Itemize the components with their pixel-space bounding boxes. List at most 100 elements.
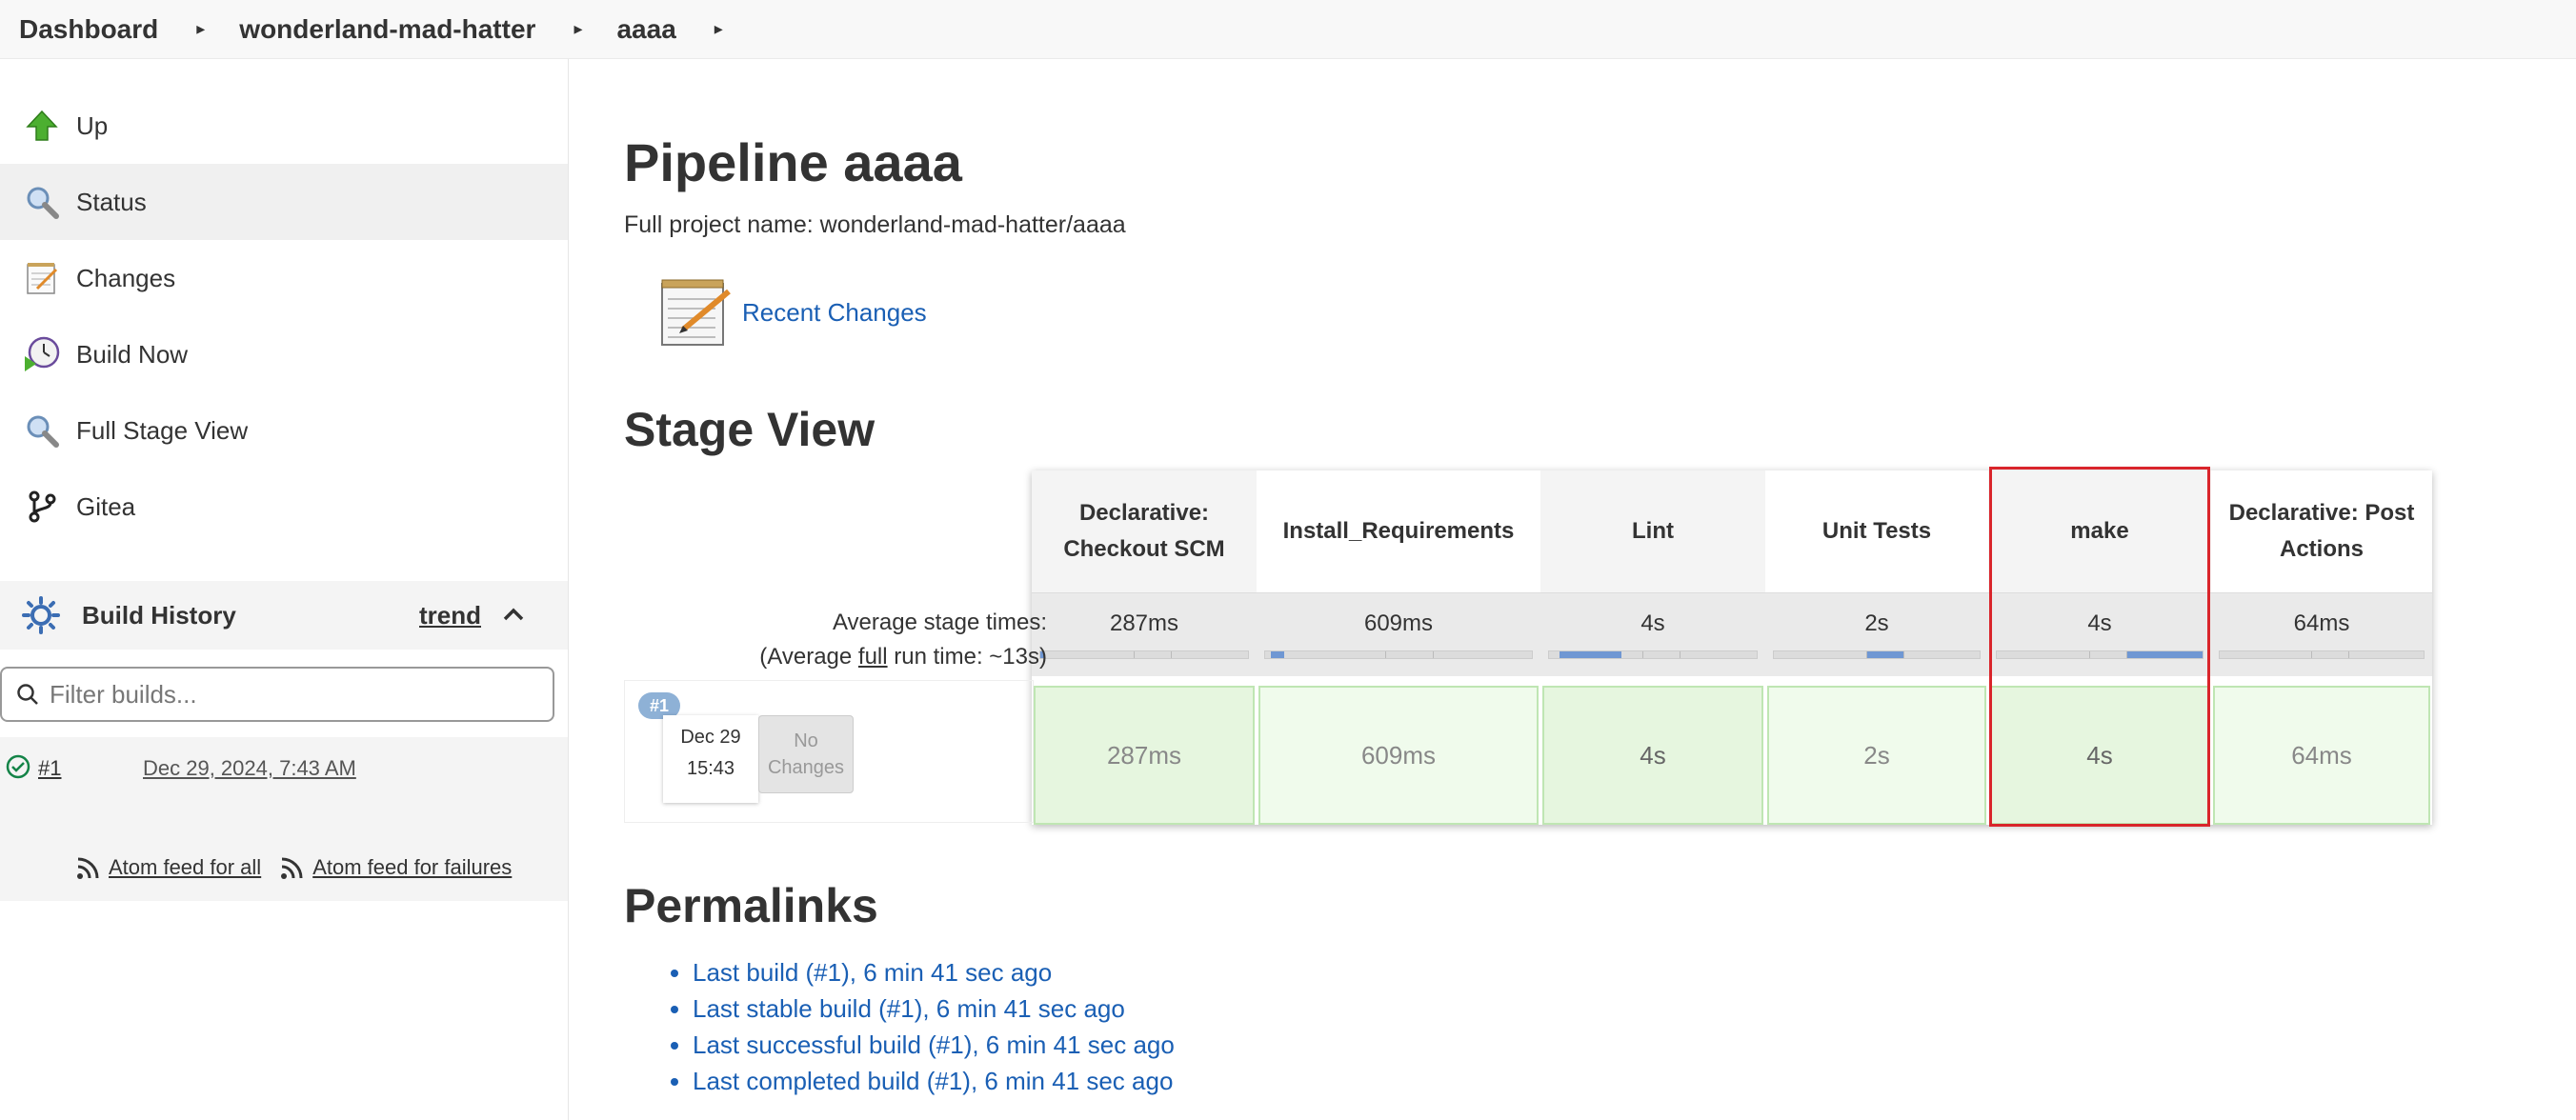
breadcrumb-dashboard[interactable]: Dashboard — [19, 14, 158, 45]
build-history-row: #1 Dec 29, 2024, 7:43 AM Atom feed for a… — [0, 737, 568, 901]
stage-time-bar-fill — [1866, 651, 1903, 658]
stage-view-title: Stage View — [624, 403, 875, 456]
stage-time-bar-tick — [2311, 651, 2312, 658]
filter-builds — [0, 667, 554, 722]
build-history-trend-link[interactable]: trend — [419, 601, 481, 630]
page-title: Pipeline aaaa — [624, 132, 962, 192]
atom-feed-all-link[interactable]: Atom feed for all — [109, 855, 261, 880]
permalinks-title: Permalinks — [624, 879, 878, 932]
breadcrumb-separator-icon[interactable]: ▸ — [196, 19, 205, 39]
rss-icon — [74, 853, 103, 882]
task-gitea[interactable]: Gitea — [0, 469, 568, 545]
task-full-stage-view[interactable]: Full Stage View — [0, 392, 568, 469]
rss-icon — [278, 853, 307, 882]
task-changes[interactable]: Changes — [0, 240, 568, 316]
permalink-item: Last successful build (#1), 6 min 41 sec… — [693, 1027, 1175, 1063]
task-label: Changes — [76, 263, 176, 292]
stage-average-label: 64ms — [2293, 610, 2350, 636]
stage-time-bar-fill — [1271, 651, 1284, 658]
task-label: Up — [76, 110, 109, 140]
breadcrumb-job[interactable]: aaaa — [616, 14, 675, 45]
stage-time-bar-tick — [1385, 651, 1386, 658]
stage-run-cell[interactable]: 2s — [1767, 686, 1986, 825]
permalinks-list: Last build (#1), 6 min 41 sec ago Last s… — [668, 954, 1175, 1099]
stage-header: Unit Tests — [1765, 470, 1988, 592]
build-row-header: #1 Dec 29 15:43 No Changes — [624, 680, 1034, 823]
breadcrumb-separator-icon[interactable]: ▸ — [574, 19, 582, 39]
stage-average-label: 609ms — [1363, 610, 1434, 636]
build-date: Dec 29 — [680, 727, 741, 748]
permalink-last-build[interactable]: Last build (#1), 6 min 41 sec ago — [693, 958, 1052, 987]
task-label: Status — [76, 187, 147, 216]
stage-time-bar — [1039, 650, 1249, 659]
avg-full-prefix: (Average — [759, 644, 858, 670]
stage-average-label: 2s — [1864, 610, 1889, 636]
stage-average-time: 4s — [1540, 592, 1765, 676]
build-history-title: Build History — [82, 600, 236, 630]
stage-time-bar-tick — [1433, 651, 1434, 658]
build-number-link[interactable]: #1 — [38, 756, 61, 781]
task-status[interactable]: Status — [0, 164, 568, 240]
permalink-last-successful-build[interactable]: Last successful build (#1), 6 min 41 sec… — [693, 1030, 1175, 1059]
build-date-box: Dec 29 15:43 — [663, 715, 758, 803]
notepad-icon — [23, 259, 61, 297]
build-date-link[interactable]: Dec 29, 2024, 7:43 AM — [143, 756, 356, 781]
stage-time-bar — [1548, 650, 1758, 659]
task-label: Gitea — [76, 491, 136, 521]
magnifier-icon — [23, 183, 61, 221]
breadcrumb-folder[interactable]: wonderland-mad-hatter — [239, 14, 535, 45]
breadcrumb-separator-icon[interactable]: ▸ — [714, 19, 723, 39]
stage-time-bar-tick — [1866, 651, 1867, 658]
git-branch-icon — [23, 488, 61, 526]
average-stage-times-label: Average stage times: — [832, 610, 1047, 635]
stage-header: Declarative: Checkout SCM — [1032, 470, 1257, 592]
up-arrow-icon — [23, 107, 61, 145]
stage-average-time: 287ms — [1032, 592, 1257, 676]
chevron-up-icon[interactable] — [501, 602, 526, 631]
stage-run-cell[interactable]: 287ms — [1034, 686, 1255, 825]
notepad-icon[interactable] — [656, 274, 733, 350]
stage-time-bar — [2219, 650, 2425, 659]
stage-time-bar — [1773, 650, 1981, 659]
average-full-run-time: (Average full run time: ~13s) — [759, 644, 1047, 670]
build-time: 15:43 — [686, 758, 735, 779]
avg-full-word[interactable]: full — [858, 644, 888, 670]
stage-header: Lint — [1540, 470, 1765, 592]
stage-run-cell[interactable]: 64ms — [2213, 686, 2430, 825]
task-up[interactable]: Up — [0, 88, 568, 164]
permalink-last-stable-build[interactable]: Last stable build (#1), 6 min 41 sec ago — [693, 994, 1125, 1023]
task-build-now[interactable]: Build Now — [0, 316, 568, 392]
stage-time-bar — [1264, 650, 1533, 659]
clock-play-icon — [23, 335, 61, 373]
search-icon — [15, 682, 40, 707]
stage-highlight-box — [1989, 467, 2210, 827]
task-label: Full Stage View — [76, 415, 249, 445]
task-label: Build Now — [76, 339, 189, 369]
breadcrumb: Dashboard ▸ wonderland-mad-hatter ▸ aaaa… — [0, 0, 2576, 59]
atom-feeds: Atom feed for all Atom feed for failures — [74, 853, 529, 882]
stage-time-bar-tick — [1903, 651, 1904, 658]
stage-average-label: 287ms — [1109, 610, 1179, 636]
stage-time-bar-tick — [2348, 651, 2349, 658]
permalink-item: Last stable build (#1), 6 min 41 sec ago — [693, 990, 1175, 1027]
filter-builds-input[interactable] — [48, 678, 528, 710]
stage-time-bar-tick — [1642, 651, 1643, 658]
build-history-icon — [21, 595, 61, 635]
avg-full-suffix: run time: ~13s) — [887, 644, 1047, 670]
stage-time-bar-tick — [1171, 651, 1172, 658]
stage-view-table: Declarative: Checkout SCM 287ms 287ms Insta… — [1032, 470, 2432, 825]
recent-changes-link[interactable]: Recent Changes — [742, 298, 927, 328]
permalink-last-completed-build[interactable]: Last completed build (#1), 6 min 41 sec … — [693, 1067, 1173, 1095]
stage-time-bar-fill — [1560, 651, 1621, 658]
sidebar: Up Status Changes Build Now Full Stage V… — [0, 59, 569, 1120]
stage-time-bar-tick — [1134, 651, 1135, 658]
success-check-icon — [6, 754, 30, 779]
build-history-header: Build History trend — [0, 581, 568, 650]
magnifier-icon — [23, 411, 61, 450]
no-changes-box: No Changes — [758, 715, 854, 793]
stage-run-cell[interactable]: 4s — [1542, 686, 1763, 825]
stage-run-cell[interactable]: 609ms — [1258, 686, 1539, 825]
stage-header: Install_Requirements — [1257, 470, 1540, 592]
atom-feed-failures-link[interactable]: Atom feed for failures — [312, 855, 512, 880]
stage-average-time: 609ms — [1257, 592, 1540, 676]
